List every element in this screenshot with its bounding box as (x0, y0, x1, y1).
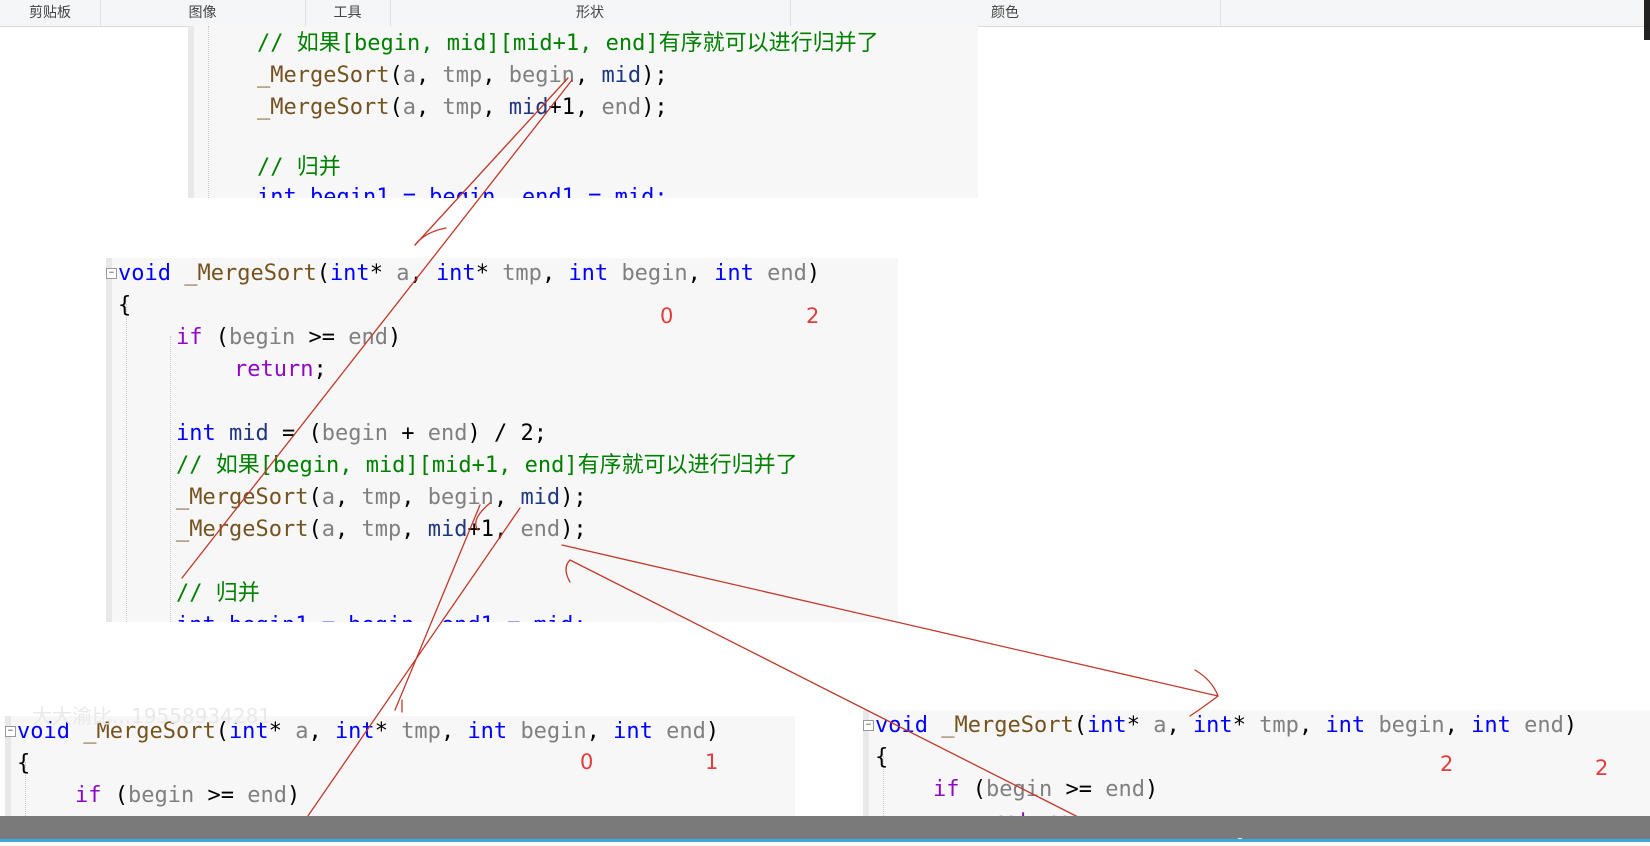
arrow-head-3 (565, 559, 571, 583)
arrow-call-path-2 (181, 79, 573, 579)
arrow-call-path-3 (394, 504, 481, 711)
arrow-call-path-4 (289, 507, 521, 842)
annotation-ink-layer (181, 77, 1219, 842)
arrow-call-path-1 (414, 77, 569, 246)
arrow-call-path-5 (475, 502, 491, 531)
arrow-call-path-7 (569, 559, 1081, 819)
arrow-head-1 (414, 227, 447, 246)
status-bar (0, 816, 1650, 846)
arrow-call-path-6 (561, 544, 1219, 697)
